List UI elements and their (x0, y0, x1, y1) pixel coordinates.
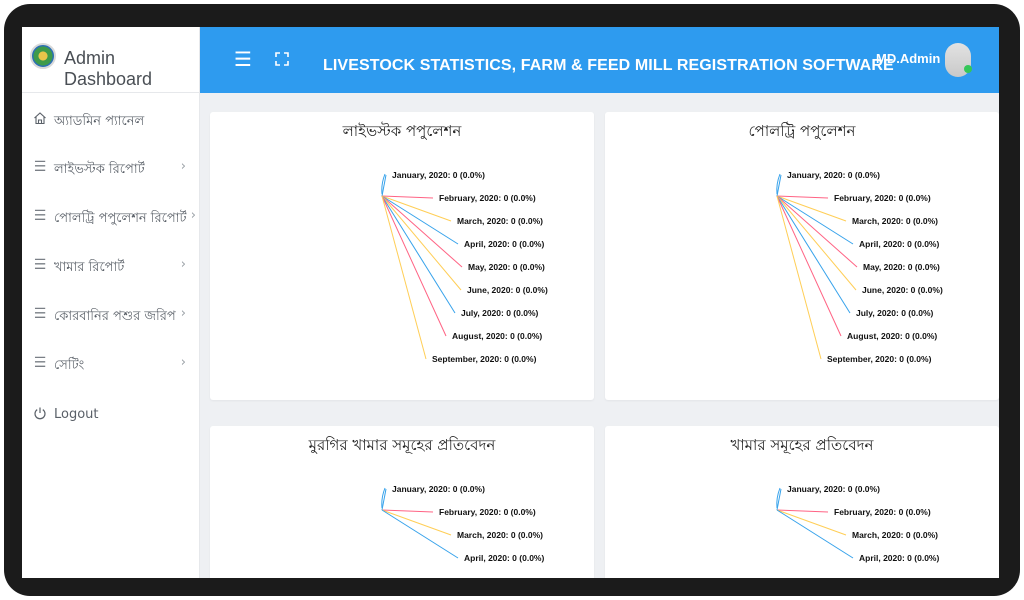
chart-card-chicken-farms: মুরগির খামার সমূহের প্রতিবেদন January, 2… (210, 426, 594, 578)
page-title: LIVESTOCK STATISTICS, FARM & FEED MILL R… (323, 57, 894, 74)
online-status-dot (964, 65, 972, 73)
label-leader-line (381, 195, 434, 199)
pie-chart: January, 2020: 0 (0.0%) February, 2020: 0… (381, 170, 548, 364)
menu-lines-icon: ☰ (33, 306, 47, 322)
label-leader-line (776, 195, 858, 268)
chart-card-livestock: লাইভস্টক পপুলেশন January, 2020: 0 (0.0%)… (210, 112, 594, 400)
label-leader-line (776, 195, 829, 199)
slice-data-label: February, 2020: 0 (0.0%) (834, 507, 931, 517)
sidebar: Admin Dashboard অ্যাডমিন প্যানেল ☰ লাইভস… (22, 27, 200, 578)
slice-data-label: March, 2020: 0 (0.0%) (457, 530, 543, 540)
chevron-right-icon: › (180, 159, 186, 174)
sidebar-item-poultry-report[interactable]: ☰ পোলট্রি পপুলেশন রিপোর্ট › (22, 200, 200, 234)
fullscreen-icon[interactable] (275, 51, 289, 66)
slice-data-label: May, 2020: 0 (0.0%) (863, 262, 940, 272)
slice-data-label: June, 2020: 0 (0.0%) (467, 285, 548, 295)
slice-data-label: April, 2020: 0 (0.0%) (464, 239, 544, 249)
slice-data-label: April, 2020: 0 (0.0%) (464, 553, 544, 563)
home-icon (32, 111, 48, 127)
sidebar-item-sacrifice-survey[interactable]: ☰ কোরবানির পশুর জরিপ › (22, 298, 200, 332)
slice-data-label: August, 2020: 0 (0.0%) (452, 331, 542, 341)
user-name[interactable]: MD.Admin (876, 51, 940, 66)
slice-data-label: August, 2020: 0 (0.0%) (847, 331, 937, 341)
app-screen: Admin Dashboard অ্যাডমিন প্যানেল ☰ লাইভস… (22, 27, 999, 578)
pie-chart: January, 2020: 0 (0.0%) February, 2020: 0… (776, 170, 943, 364)
slice-data-label: March, 2020: 0 (0.0%) (852, 216, 938, 226)
slice-data-label: September, 2020: 0 (0.0%) (432, 354, 537, 364)
sidebar-item-admin-panel[interactable]: অ্যাডমিন প্যানেল (22, 103, 200, 137)
label-leader-line (776, 509, 854, 559)
pie-chart: January, 2020: 0 (0.0%) February, 2020: 0… (381, 484, 544, 563)
sidebar-item-logout[interactable]: Logout (22, 398, 200, 432)
slice-data-label: January, 2020: 0 (0.0%) (392, 170, 485, 180)
sidebar-item-label: পোলট্রি পপুলেশন রিপোর্ট (54, 211, 187, 226)
label-leader-line (776, 509, 829, 513)
brand-title: Admin Dashboard (64, 48, 153, 89)
slice-data-label: July, 2020: 0 (0.0%) (856, 308, 933, 318)
sidebar-item-settings[interactable]: ☰ সেটিং › (22, 347, 200, 381)
label-leader-line (381, 509, 459, 559)
sidebar-item-label: অ্যাডমিন প্যানেল (54, 114, 145, 129)
slice-data-label: February, 2020: 0 (0.0%) (439, 193, 536, 203)
pie-chart: January, 2020: 0 (0.0%) February, 2020: 0… (776, 484, 939, 563)
hamburger-icon[interactable]: ☰ (234, 47, 252, 71)
slice-data-label: January, 2020: 0 (0.0%) (392, 484, 485, 494)
slice-data-label: September, 2020: 0 (0.0%) (827, 354, 932, 364)
sidebar-item-livestock-report[interactable]: ☰ লাইভস্টক রিপোর্ট › (22, 151, 200, 185)
menu-lines-icon: ☰ (33, 355, 47, 371)
label-leader-line (776, 195, 851, 314)
sidebar-item-farm-report[interactable]: ☰ খামার রিপোর্ট › (22, 249, 200, 283)
top-header: ☰ LIVESTOCK STATISTICS, FARM & FEED MILL… (200, 27, 999, 93)
chevron-right-icon: › (180, 306, 186, 321)
slice-data-label: February, 2020: 0 (0.0%) (439, 507, 536, 517)
sidebar-item-label: কোরবানির পশুর জরিপ (54, 309, 176, 324)
label-leader-line (381, 509, 434, 513)
slice-data-label: June, 2020: 0 (0.0%) (862, 285, 943, 295)
label-leader-line (381, 195, 456, 314)
chevron-right-icon: › (190, 208, 196, 223)
slice-data-label: April, 2020: 0 (0.0%) (859, 239, 939, 249)
sidebar-item-label: সেটিং (54, 358, 85, 373)
slice-data-label: April, 2020: 0 (0.0%) (859, 553, 939, 563)
slice-data-label: March, 2020: 0 (0.0%) (852, 530, 938, 540)
slice-data-label: May, 2020: 0 (0.0%) (468, 262, 545, 272)
chevron-right-icon: › (180, 355, 186, 370)
sidebar-item-label: খামার রিপোর্ট (54, 260, 125, 275)
slice-data-label: February, 2020: 0 (0.0%) (834, 193, 931, 203)
slice-data-label: January, 2020: 0 (0.0%) (787, 170, 880, 180)
chart-card-poultry: পোলট্রি পপুলেশন January, 2020: 0 (0.0%) F… (605, 112, 999, 400)
menu-lines-icon: ☰ (33, 159, 47, 175)
sidebar-item-label: লাইভস্টক রিপোর্ট (54, 162, 145, 177)
menu-lines-icon: ☰ (33, 208, 47, 224)
sidebar-item-label: Logout (54, 407, 99, 422)
logo-icon (30, 43, 56, 69)
chart-card-farms: খামার সমূহের প্রতিবেদন January, 2020: 0 … (605, 426, 999, 578)
power-icon (32, 406, 48, 422)
menu-lines-icon: ☰ (33, 257, 47, 273)
slice-data-label: March, 2020: 0 (0.0%) (457, 216, 543, 226)
label-leader-line (381, 195, 463, 268)
brand[interactable]: Admin Dashboard (22, 27, 200, 93)
slice-data-label: July, 2020: 0 (0.0%) (461, 308, 538, 318)
slice-data-label: January, 2020: 0 (0.0%) (787, 484, 880, 494)
chevron-right-icon: › (180, 257, 186, 272)
